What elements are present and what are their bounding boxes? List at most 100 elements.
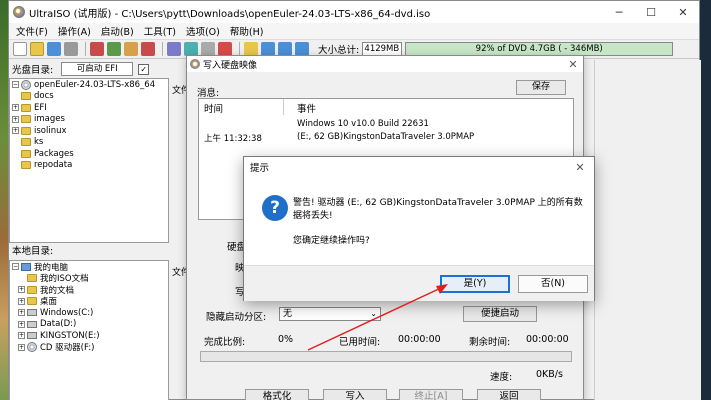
help-icon[interactable] (218, 42, 232, 56)
folder-icon (21, 103, 31, 112)
format-button[interactable]: 格式化 (245, 389, 309, 400)
bootable-checkbox[interactable]: ✓ (138, 63, 150, 75)
confirm-message: 您确定继续操作吗? (293, 236, 370, 246)
menu-help[interactable]: 帮助(H) (225, 24, 269, 38)
menu-action[interactable]: 操作(A) (53, 24, 96, 38)
add-file-icon[interactable] (107, 42, 121, 56)
tree-item[interactable]: + 桌面 (10, 296, 168, 307)
remaining-value: 00:00:00 (526, 334, 569, 345)
local-directory-label: 本地目录: (12, 246, 54, 257)
add-folder-icon[interactable] (124, 42, 138, 56)
tree-item[interactable]: 我的ISO文档 (10, 273, 168, 284)
app-icon (13, 6, 25, 18)
col-time: 时间 (204, 104, 224, 115)
abort-button[interactable]: 终止[A] (399, 389, 463, 400)
yes-button[interactable]: 是(Y) (440, 275, 510, 293)
right-panel (594, 60, 701, 400)
tree-item[interactable]: + isolinux (10, 125, 168, 137)
desktop-edge (700, 0, 711, 400)
folder-icon (27, 297, 37, 306)
back-button[interactable]: 返回 (477, 389, 541, 400)
folder-icon (21, 149, 31, 158)
drive-icon (27, 309, 37, 317)
open-icon[interactable] (30, 42, 44, 56)
drive-icon (27, 320, 37, 328)
hidden-partition-label: 隐藏启动分区: (206, 312, 267, 323)
computer-icon (21, 262, 31, 271)
log-event: (E:, 62 GB)KingstonDataTraveler 3.0PMAP (297, 132, 475, 142)
tree-item[interactable]: + 我的文档 (10, 284, 168, 296)
app-icon (190, 59, 200, 69)
tree-item[interactable]: repodata (10, 160, 168, 172)
disc-usage-bar: 92% of DVD 4.7GB ( - 346MB) (405, 42, 674, 56)
warning-title-bar: 提示 ✕ (244, 157, 594, 177)
warning-dialog: 提示 ✕ ? 警告! 驱动器 (E:, 62 GB)KingstonDataTr… (243, 156, 595, 301)
size-total-value: 4129MB (362, 42, 403, 56)
tree-item[interactable]: docs (10, 91, 168, 103)
extract-icon[interactable] (90, 42, 104, 56)
properties-icon[interactable] (167, 42, 181, 56)
menu-boot[interactable]: 启动(B) (96, 24, 139, 38)
convenient-boot-button[interactable]: 便捷启动 (463, 306, 537, 322)
new-icon[interactable] (13, 42, 27, 56)
tree-item[interactable]: + CD 驱动器(F:) (10, 342, 168, 353)
no-button[interactable]: 否(N) (518, 275, 588, 293)
save-log-button[interactable]: 保存 (516, 80, 566, 95)
usb-drive-icon (27, 332, 37, 340)
folder-icon (21, 92, 31, 101)
close-button[interactable]: ✕ (667, 1, 699, 23)
completed-value: 0% (278, 334, 294, 345)
save-as-icon[interactable] (64, 42, 78, 56)
menu-options[interactable]: 选项(O) (181, 24, 225, 38)
folder-icon (27, 274, 37, 283)
log-event: Windows 10 v10.0 Build 22631 (297, 119, 429, 129)
minimize-button[interactable]: ─ (603, 1, 635, 23)
folder-icon (21, 126, 31, 135)
local-directory-tree[interactable]: − 我的电脑 我的ISO文档 + 我的文档 + 桌面 + Windows(C:) + Da… (9, 260, 169, 400)
log-time: 上午 11:32:38 (204, 134, 262, 144)
elapsed-label: 已用时间: (339, 337, 381, 348)
elapsed-value: 00:00:00 (398, 334, 441, 345)
folder-icon (27, 285, 37, 294)
menu-tools[interactable]: 工具(T) (139, 24, 181, 38)
up-folder-icon[interactable] (244, 42, 258, 56)
mount-icon[interactable] (184, 42, 198, 56)
completed-label: 完成比例: (204, 337, 246, 348)
speed-label: 速度: (490, 372, 513, 383)
bootable-field[interactable]: 可启动 EFI (61, 62, 134, 76)
remaining-label: 剩余时间: (469, 337, 511, 348)
tree-root[interactable]: − openEuler-24.03-LTS-x86_64 (10, 79, 168, 91)
list-view-icon[interactable] (261, 42, 275, 56)
tree-item[interactable]: Packages (10, 148, 168, 160)
maximize-button[interactable]: ☐ (635, 1, 667, 23)
menu-bar: 文件(F) 操作(A) 启动(B) 工具(T) 选项(O) 帮助(H) (9, 23, 699, 39)
speed-value: 0KB/s (536, 369, 563, 380)
delete-icon[interactable] (141, 42, 155, 56)
col-event: 事件 (297, 104, 317, 115)
tree-item-my-computer[interactable]: − 我的电脑 (10, 261, 168, 273)
tree-item[interactable]: + KINGSTON(E:) (10, 330, 168, 342)
menu-file[interactable]: 文件(F) (11, 24, 53, 38)
warning-button-bar: 是(Y) 否(N) (244, 265, 594, 301)
detail-view-icon[interactable] (278, 42, 292, 56)
write-progress-bar (200, 351, 572, 362)
hidden-partition-select[interactable]: 无 ⌄ (279, 307, 381, 321)
save-icon[interactable] (47, 42, 61, 56)
cd-directory-label: 光盘目录: (12, 65, 54, 76)
desktop-wallpaper (0, 0, 8, 400)
folder-icon (21, 161, 31, 170)
folder-icon (21, 115, 31, 124)
tree-item[interactable]: + Windows(C:) (10, 307, 168, 319)
view-icon[interactable] (295, 42, 309, 56)
tree-item[interactable]: ks (10, 137, 168, 149)
burn-icon[interactable] (201, 42, 215, 56)
tree-item[interactable]: + Data(D:) (10, 319, 168, 331)
close-icon[interactable]: ✕ (566, 161, 594, 174)
window-title: UltraISO (试用版) - C:\Users\pytt\Downloads… (29, 8, 431, 20)
message-label: 消息: (197, 88, 220, 99)
close-icon[interactable]: ✕ (563, 58, 583, 71)
write-button[interactable]: 写入 (323, 389, 387, 400)
tree-item[interactable]: + EFI (10, 102, 168, 114)
tree-item[interactable]: + images (10, 114, 168, 126)
cd-directory-tree[interactable]: − openEuler-24.03-LTS-x86_64 docs + EFI +… (9, 78, 169, 243)
